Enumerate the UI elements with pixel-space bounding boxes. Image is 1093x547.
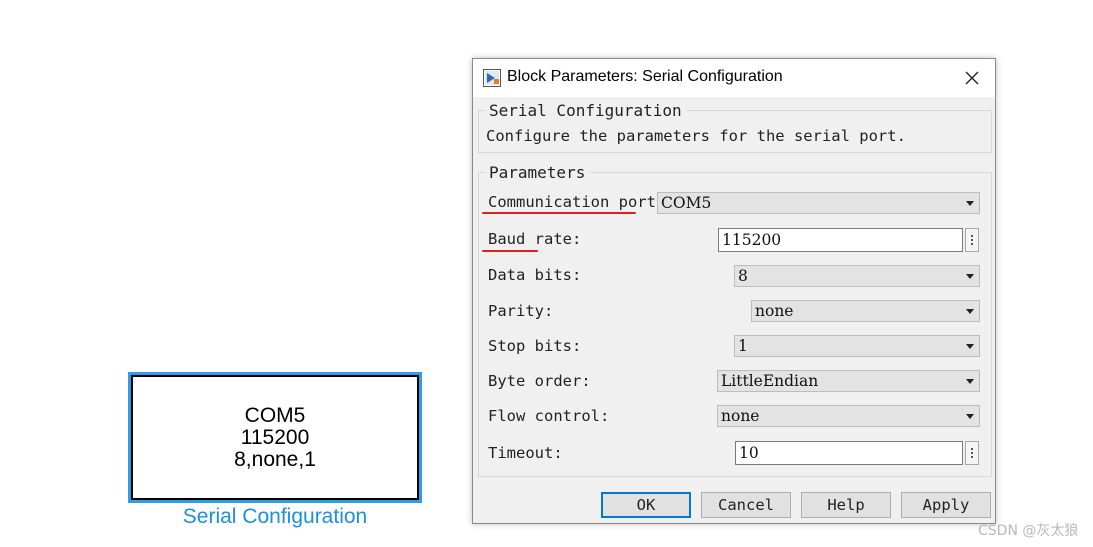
chevron-down-icon [966, 274, 974, 279]
watermark: CSDN @灰太狼 [978, 523, 1079, 539]
more-options-icon[interactable] [965, 228, 979, 252]
communication-port-dropdown[interactable]: COM5 [657, 192, 980, 214]
byte-order-dropdown[interactable]: LittleEndian [717, 370, 980, 392]
parity-dropdown[interactable]: none [751, 300, 980, 322]
block-name-label[interactable]: Serial Configuration [128, 505, 422, 529]
block-line-format: 8,none,1 [234, 447, 316, 471]
timeout-input[interactable]: 10 [735, 441, 963, 465]
chevron-down-icon [966, 201, 974, 206]
chevron-down-icon [966, 379, 974, 384]
simulink-block-icon [483, 69, 501, 87]
block-line-port: COM5 [244, 403, 306, 427]
serial-configuration-block[interactable]: COM5 115200 8,none,1 [128, 372, 422, 503]
block-body[interactable]: COM5 115200 8,none,1 [131, 375, 419, 500]
baud-rate-input[interactable]: 115200 [718, 228, 963, 252]
annotation-underline [482, 212, 636, 214]
stop-bits-label: Stop bits: [488, 337, 582, 355]
parity-label: Parity: [488, 302, 554, 320]
dialog-titlebar[interactable]: Block Parameters: Serial Configuration [473, 59, 995, 97]
chevron-down-icon [966, 414, 974, 419]
apply-button[interactable]: Apply [901, 492, 991, 518]
timeout-label: Timeout: [488, 444, 563, 462]
communication-port-label: Communication port: [488, 193, 666, 211]
close-icon[interactable] [959, 65, 985, 91]
description-group-legend: Serial Configuration [489, 101, 682, 120]
annotation-underline [482, 250, 538, 252]
more-options-icon[interactable] [965, 441, 979, 465]
baud-rate-label: Baud rate: [488, 230, 582, 248]
dialog-title: Block Parameters: Serial Configuration [507, 68, 783, 85]
parameters-group-legend: Parameters [489, 163, 586, 182]
help-button[interactable]: Help [801, 492, 891, 518]
data-bits-label: Data bits: [488, 266, 582, 284]
block-line-baud: 115200 [240, 425, 310, 449]
flow-control-dropdown[interactable]: none [717, 405, 980, 427]
chevron-down-icon [966, 344, 974, 349]
description-text: Configure the parameters for the serial … [486, 127, 906, 145]
chevron-down-icon [966, 309, 974, 314]
stop-bits-dropdown[interactable]: 1 [734, 335, 980, 357]
data-bits-dropdown[interactable]: 8 [734, 265, 980, 287]
block-parameters-dialog: Block Parameters: Serial Configuration S… [472, 58, 996, 524]
flow-control-label: Flow control: [488, 407, 610, 425]
cancel-button[interactable]: Cancel [701, 492, 791, 518]
ok-button[interactable]: OK [601, 492, 691, 518]
byte-order-label: Byte order: [488, 372, 591, 390]
